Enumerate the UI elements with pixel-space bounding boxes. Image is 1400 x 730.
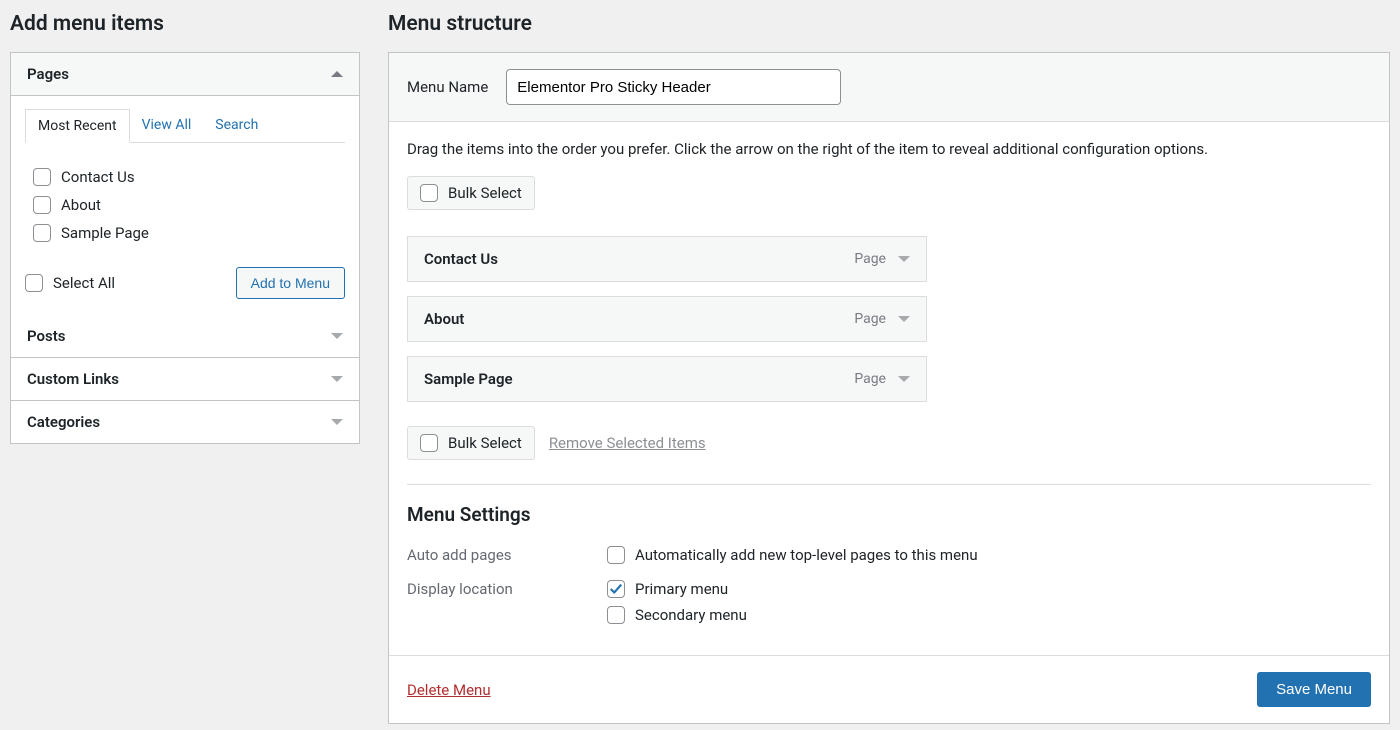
primary-menu-checkbox[interactable]: [607, 580, 625, 598]
menu-item[interactable]: Sample Page Page: [407, 356, 927, 402]
menu-item-title: About: [424, 310, 464, 328]
checkbox[interactable]: [33, 196, 51, 214]
chevron-down-icon[interactable]: [898, 376, 910, 382]
display-option-label: Primary menu: [635, 580, 728, 598]
list-item: About: [31, 191, 339, 219]
pages-accordion-header[interactable]: Pages: [11, 53, 359, 96]
chevron-up-icon: [331, 71, 343, 77]
bulk-select-label: Bulk Select: [448, 184, 522, 202]
chevron-down-icon: [331, 376, 343, 382]
menu-item-type-label: Page: [854, 311, 886, 327]
menu-item-title: Contact Us: [424, 250, 498, 268]
checkbox[interactable]: [33, 224, 51, 242]
menu-item-title: Sample Page: [424, 370, 513, 388]
chevron-down-icon: [331, 419, 343, 425]
posts-accordion-header[interactable]: Posts: [11, 315, 359, 358]
menu-name-input[interactable]: [506, 69, 841, 105]
check-icon: [609, 582, 623, 596]
select-all-checkbox[interactable]: [25, 274, 43, 292]
remove-selected-link[interactable]: Remove Selected Items: [549, 434, 706, 452]
tab-view-all[interactable]: View All: [130, 109, 204, 143]
menu-edit-panel: Menu Name Drag the items into the order …: [388, 52, 1390, 724]
categories-accordion-title: Categories: [27, 413, 100, 431]
custom-links-accordion-header[interactable]: Custom Links: [11, 358, 359, 401]
bulk-select-top[interactable]: Bulk Select: [407, 176, 535, 210]
auto-add-option-label: Automatically add new top-level pages to…: [635, 546, 978, 564]
display-option-label: Secondary menu: [635, 606, 747, 624]
checkbox[interactable]: [420, 434, 438, 452]
menu-name-label: Menu Name: [407, 78, 488, 96]
menu-settings-heading: Menu Settings: [407, 503, 1371, 526]
add-to-menu-button[interactable]: Add to Menu: [236, 267, 345, 299]
menu-items-list: Contact Us Page About Page: [407, 236, 927, 402]
tab-search[interactable]: Search: [203, 109, 270, 143]
checkbox[interactable]: [33, 168, 51, 186]
menu-item[interactable]: Contact Us Page: [407, 236, 927, 282]
pages-accordion-title: Pages: [27, 65, 69, 83]
bulk-select-label: Bulk Select: [448, 434, 522, 452]
divider: [407, 484, 1371, 485]
menu-item-type-label: Page: [854, 251, 886, 267]
pages-tabs: Most Recent View All Search: [25, 108, 345, 143]
add-items-heading: Add menu items: [10, 12, 360, 36]
categories-accordion-header[interactable]: Categories: [11, 401, 359, 443]
auto-add-label: Auto add pages: [407, 546, 587, 564]
menu-structure-heading: Menu structure: [388, 12, 1390, 36]
page-label: Contact Us: [61, 168, 135, 186]
metabox-holder: Pages Most Recent View All Search Contac…: [10, 52, 360, 444]
page-label: Sample Page: [61, 224, 149, 242]
chevron-down-icon[interactable]: [898, 256, 910, 262]
pages-accordion-body: Most Recent View All Search Contact Us A…: [11, 96, 359, 315]
auto-add-checkbox[interactable]: [607, 546, 625, 564]
checkbox[interactable]: [420, 184, 438, 202]
menu-item-type-label: Page: [854, 371, 886, 387]
delete-menu-link[interactable]: Delete Menu: [407, 681, 491, 699]
menu-item[interactable]: About Page: [407, 296, 927, 342]
list-item: Sample Page: [31, 219, 339, 247]
custom-links-accordion-title: Custom Links: [27, 370, 119, 388]
chevron-down-icon[interactable]: [898, 316, 910, 322]
posts-accordion-title: Posts: [27, 327, 65, 345]
display-location-label: Display location: [407, 580, 587, 598]
help-text: Drag the items into the order you prefer…: [407, 140, 1371, 158]
pages-list: Contact Us About Sample Page: [25, 153, 345, 255]
page-label: About: [61, 196, 101, 214]
select-all-label: Select All: [53, 274, 115, 292]
list-item: Contact Us: [31, 163, 339, 191]
chevron-down-icon: [331, 333, 343, 339]
save-menu-button[interactable]: Save Menu: [1257, 672, 1371, 707]
bulk-select-bottom[interactable]: Bulk Select: [407, 426, 535, 460]
secondary-menu-checkbox[interactable]: [607, 606, 625, 624]
tab-most-recent[interactable]: Most Recent: [25, 109, 130, 143]
